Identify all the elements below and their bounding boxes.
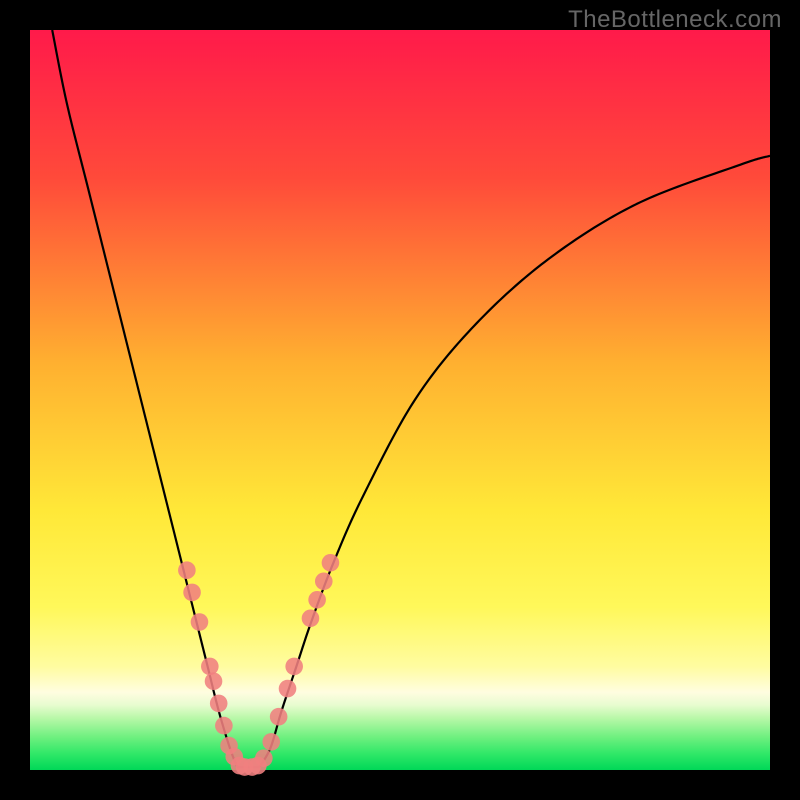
watermark-text: TheBottleneck.com [568, 6, 782, 34]
data-point-marker [262, 733, 280, 751]
data-point-marker [183, 584, 201, 602]
data-point-marker [270, 708, 288, 726]
data-point-marker [191, 613, 209, 631]
data-point-marker [205, 672, 223, 690]
data-point-marker [285, 658, 303, 676]
chart-container: TheBottleneck.com [0, 0, 800, 800]
data-point-marker [302, 610, 320, 628]
data-point-marker [255, 749, 273, 767]
data-point-marker [322, 554, 340, 572]
data-point-marker [315, 573, 333, 591]
data-point-marker [308, 591, 326, 609]
data-point-marker [210, 695, 228, 713]
data-point-marker [279, 680, 297, 698]
chart-svg [0, 0, 800, 800]
data-point-marker [201, 658, 219, 676]
data-point-marker [215, 717, 233, 735]
data-point-marker [178, 561, 196, 579]
